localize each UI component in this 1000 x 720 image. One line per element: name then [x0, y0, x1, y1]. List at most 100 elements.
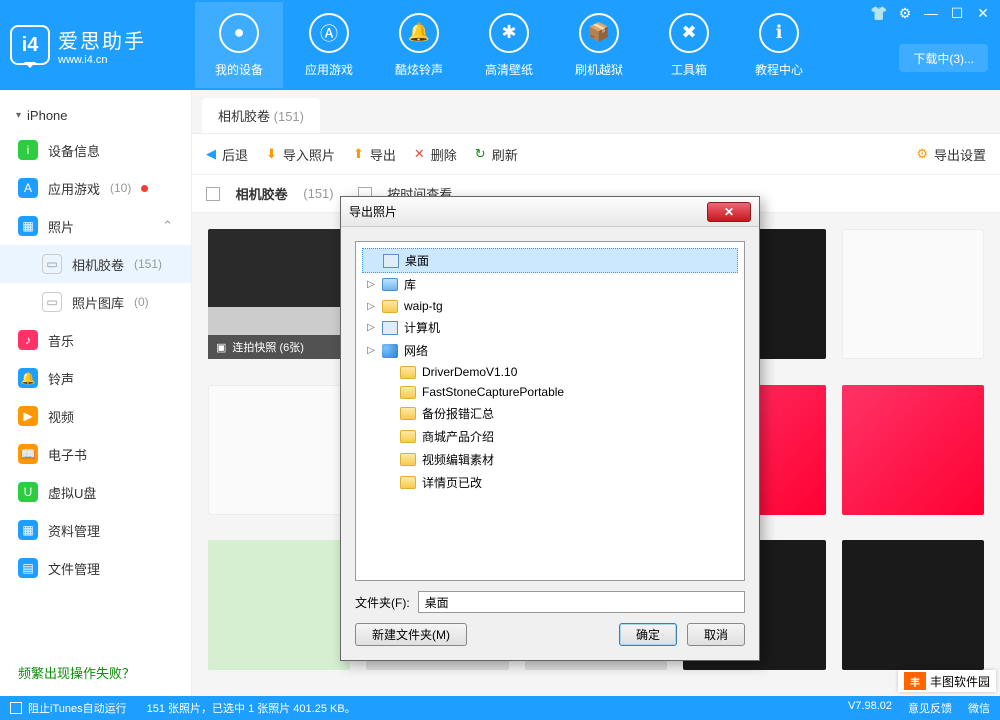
sidebar-item[interactable]: ▦资料管理	[0, 511, 191, 549]
feedback-link[interactable]: 意见反馈	[908, 700, 952, 716]
export-button[interactable]: ⬆导出	[353, 145, 396, 164]
ok-button[interactable]: 确定	[619, 623, 677, 646]
logo[interactable]: i4 爱思助手 www.i4.cn	[10, 25, 195, 66]
tab-camera-roll[interactable]: 相机胶卷 (151)	[202, 98, 320, 133]
tree-item[interactable]: DriverDemoV1.10	[362, 362, 738, 382]
photo-thumb[interactable]	[842, 229, 984, 359]
folder-icon	[400, 366, 416, 379]
nav-box[interactable]: 📦刷机越狱	[555, 2, 643, 88]
maximize-icon[interactable]: ☐	[944, 2, 970, 24]
nav-info[interactable]: ℹ教程中心	[735, 2, 823, 88]
apple-icon: ●	[219, 13, 259, 53]
select-all-camera[interactable]: 相机胶卷 (151)	[206, 184, 334, 203]
folder-icon	[400, 453, 416, 466]
delete-icon: ✕	[414, 146, 425, 162]
folder-icon	[400, 386, 416, 399]
tree-item[interactable]: 商城产品介绍	[362, 425, 738, 448]
expand-icon[interactable]: ▷	[366, 279, 376, 290]
sidebar-item[interactable]: ▶视频	[0, 397, 191, 435]
dialog-title: 导出照片	[349, 203, 397, 220]
cancel-button[interactable]: 取消	[687, 623, 745, 646]
toolbar: ◀后退 ⬇导入照片 ⬆导出 ✕删除 ↻刷新 ⚙导出设置	[192, 133, 1000, 175]
stack-icon: ▣	[216, 341, 226, 354]
expand-icon[interactable]: ▷	[366, 345, 376, 356]
tree-item[interactable]: ▷waip-tg	[362, 296, 738, 316]
photo-thumb[interactable]	[842, 385, 984, 515]
sidebar-item[interactable]: U虚拟U盘	[0, 473, 191, 511]
help-link[interactable]: 频繁出现操作失败？	[18, 663, 135, 682]
refresh-button[interactable]: ↻刷新	[475, 145, 518, 164]
nav-bell[interactable]: 🔔酷炫铃声	[375, 2, 463, 88]
photo-thumb[interactable]	[842, 540, 984, 670]
library-icon	[382, 278, 398, 291]
delete-button[interactable]: ✕删除	[414, 145, 457, 164]
new-folder-button[interactable]: 新建文件夹(M)	[355, 623, 467, 646]
sidebar-item[interactable]: A应用游戏(10)	[0, 169, 191, 207]
tree-item[interactable]: 视频编辑素材	[362, 448, 738, 471]
photo-thumb[interactable]: ▣连拍快照 (6张)	[208, 229, 350, 359]
download-button[interactable]: 下载中(3)...	[899, 44, 988, 72]
block-itunes[interactable]: 阻止iTunes自动运行	[10, 700, 127, 716]
theme-icon[interactable]: 👕	[866, 2, 892, 24]
export-settings-button[interactable]: ⚙导出设置	[916, 145, 986, 164]
folder-tree[interactable]: 桌面▷库▷waip-tg▷计算机▷网络DriverDemoV1.10FastSt…	[355, 241, 745, 581]
tree-item[interactable]: 备份报错汇总	[362, 402, 738, 425]
nav-apple[interactable]: ●我的设备	[195, 2, 283, 88]
folder-icon: ▭	[42, 254, 62, 274]
sidebar-item[interactable]: ▭照片图库(0)	[0, 283, 191, 321]
photo-thumb[interactable]	[208, 385, 350, 515]
flower-icon: ✱	[489, 13, 529, 53]
tab-count: (151)	[274, 109, 304, 124]
tree-item[interactable]: 桌面	[362, 248, 738, 273]
minimize-icon[interactable]: —	[918, 2, 944, 24]
checkbox-icon[interactable]	[10, 702, 22, 714]
refresh-icon: ↻	[475, 146, 486, 162]
logo-title: 爱思助手	[58, 25, 146, 54]
dialog-close-button[interactable]: ✕	[707, 202, 751, 222]
sidebar-item[interactable]: ▦照片⌃	[0, 207, 191, 245]
sidebar: ▾ iPhone i设备信息A应用游戏(10)▦照片⌃▭相机胶卷(151)▭照片…	[0, 90, 192, 696]
nav-wrench[interactable]: ✖工具箱	[645, 2, 733, 88]
tree-item[interactable]: ▷网络	[362, 339, 738, 362]
chevron-up-icon[interactable]: ⌃	[162, 218, 173, 234]
sidebar-item[interactable]: 📖电子书	[0, 435, 191, 473]
watermark-logo: 丰	[904, 672, 926, 690]
settings-icon[interactable]: ⚙	[892, 2, 918, 24]
sidebar-item[interactable]: i设备信息	[0, 131, 191, 169]
category-icon: 🔔	[18, 368, 38, 388]
desktop-icon	[383, 254, 399, 268]
close-icon[interactable]: ✕	[970, 2, 996, 24]
tree-item[interactable]: 详情页已改	[362, 471, 738, 494]
tree-item[interactable]: ▷库	[362, 273, 738, 296]
wrench-icon: ✖	[669, 13, 709, 53]
nav-flower[interactable]: ✱高清壁纸	[465, 2, 553, 88]
folder-input[interactable]	[418, 591, 745, 613]
import-icon: ⬇	[266, 146, 277, 162]
expand-icon[interactable]: ▷	[366, 301, 376, 312]
version: V7.98.02	[848, 700, 892, 716]
dialog-titlebar[interactable]: 导出照片 ✕	[341, 197, 759, 227]
folder-icon	[400, 476, 416, 489]
wechat-link[interactable]: 微信	[968, 700, 990, 716]
appstore-icon: Ⓐ	[309, 13, 349, 53]
expand-icon[interactable]: ▷	[366, 322, 376, 333]
photo-thumb[interactable]	[208, 540, 350, 670]
checkbox-icon[interactable]	[206, 187, 220, 201]
notification-dot	[141, 185, 148, 192]
category-icon: ▶	[18, 406, 38, 426]
nav: ●我的设备Ⓐ应用游戏🔔酷炫铃声✱高清壁纸📦刷机越狱✖工具箱ℹ教程中心	[195, 2, 823, 88]
tree-item[interactable]: FastStoneCapturePortable	[362, 382, 738, 402]
back-button[interactable]: ◀后退	[206, 145, 248, 164]
nav-appstore[interactable]: Ⓐ应用游戏	[285, 2, 373, 88]
statusbar: 阻止iTunes自动运行 151 张照片，已选中 1 张照片 401.25 KB…	[0, 696, 1000, 720]
import-button[interactable]: ⬇导入照片	[266, 145, 335, 164]
sidebar-item[interactable]: ♪音乐	[0, 321, 191, 359]
watermark-text: 丰图软件园	[930, 673, 990, 690]
sidebar-item[interactable]: 🔔铃声	[0, 359, 191, 397]
category-icon: ▦	[18, 216, 38, 236]
sidebar-device[interactable]: ▾ iPhone	[0, 100, 191, 131]
sidebar-item[interactable]: ▭相机胶卷(151)	[0, 245, 191, 283]
sidebar-item[interactable]: ▤文件管理	[0, 549, 191, 587]
tree-item[interactable]: ▷计算机	[362, 316, 738, 339]
computer-icon	[382, 321, 398, 335]
